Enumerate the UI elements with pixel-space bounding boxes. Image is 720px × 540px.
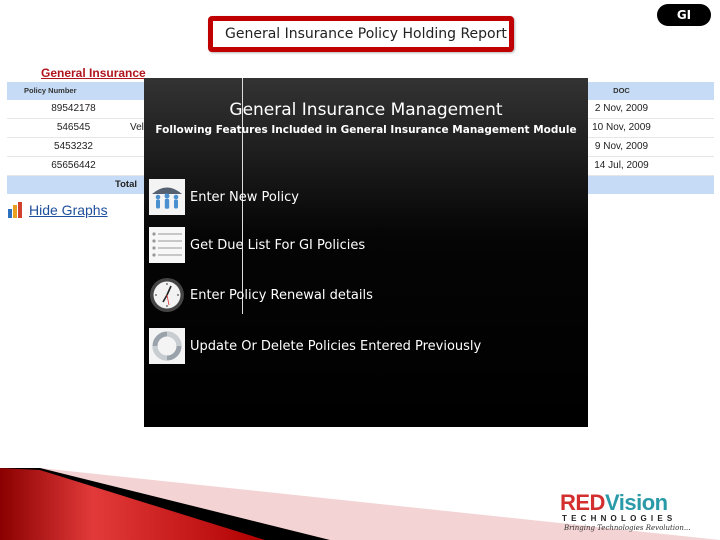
refresh-icon	[149, 328, 185, 364]
total-label: Total	[115, 179, 137, 190]
column-header-policy-number[interactable]: Policy Number	[24, 82, 157, 100]
feature-enter-new-policy[interactable]: Enter New Policy	[149, 179, 299, 215]
logo-subtitle: TECHNOLOGIES	[562, 514, 677, 523]
policy-number-cell: 546545	[56, 122, 91, 133]
feature-get-due-list[interactable]: Get Due List For GI Policies	[149, 227, 365, 263]
gi-management-panel: General Insurance Management Following F…	[144, 78, 588, 427]
bar-chart-icon	[8, 202, 24, 218]
clock-icon	[150, 278, 184, 312]
panel-subtitle: Following Features Included in General I…	[155, 124, 577, 136]
policy-number-cell: 89542178	[51, 103, 96, 114]
feature-label[interactable]: Enter Policy Renewal details	[190, 288, 373, 303]
feature-label[interactable]: Enter New Policy	[190, 190, 299, 205]
report-heading[interactable]: General Insurance	[41, 66, 146, 80]
logo-brand: REDVision	[560, 490, 668, 515]
list-icon	[149, 227, 185, 263]
policy-number-cell: 5453232	[54, 141, 93, 152]
slide-title: General Insurance Policy Holding Report	[225, 26, 507, 42]
feature-label[interactable]: Get Due List For GI Policies	[190, 238, 365, 253]
logo-tagline: Bringing Technologies Revolution...	[564, 524, 691, 532]
panel-title: General Insurance Management	[229, 100, 503, 120]
redvision-logo: REDVision TECHNOLOGIES Bringing Technolo…	[560, 492, 718, 538]
feature-update-delete[interactable]: Update Or Delete Policies Entered Previo…	[149, 328, 481, 364]
feature-enter-renewal[interactable]: Enter Policy Renewal details	[149, 277, 373, 313]
gi-badge: GI	[657, 4, 711, 26]
umbrella-people-icon	[149, 179, 185, 215]
feature-label[interactable]: Update Or Delete Policies Entered Previo…	[190, 339, 481, 354]
hide-graphs-link[interactable]: Hide Graphs	[8, 202, 108, 218]
slide-title-box: General Insurance Policy Holding Report	[208, 16, 514, 52]
hide-graphs-label[interactable]: Hide Graphs	[29, 202, 108, 218]
policy-number-cell: 65656442	[51, 160, 96, 171]
